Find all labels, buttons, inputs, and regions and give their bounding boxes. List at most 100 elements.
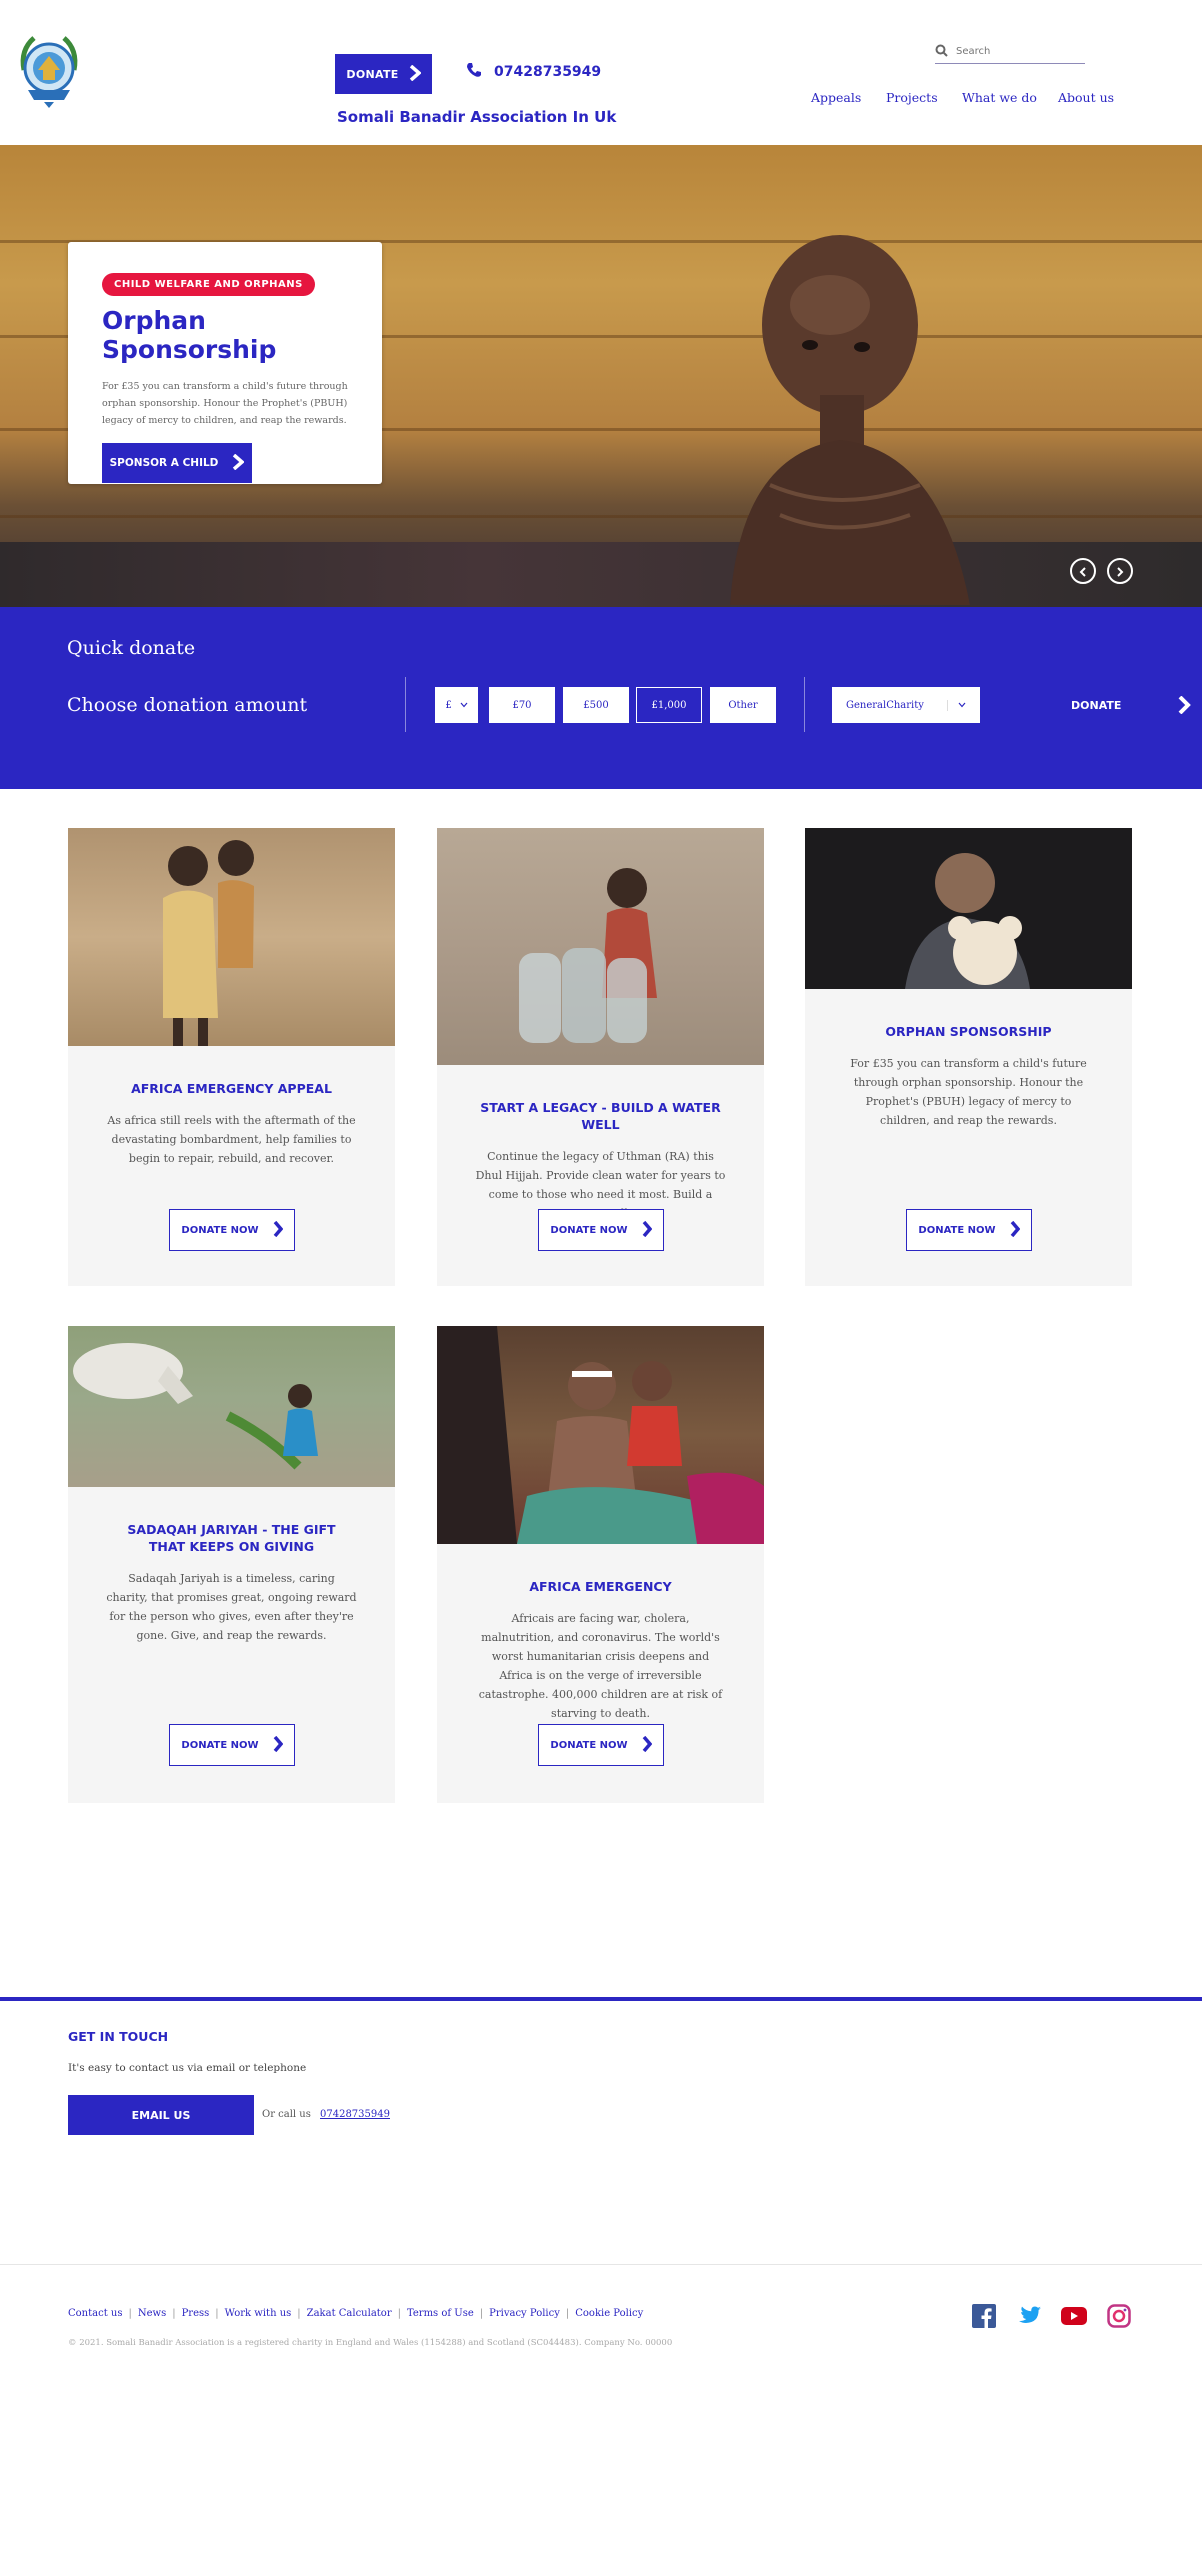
copyright-text: © 2021. Somali Banadir Association is a … bbox=[68, 2338, 673, 2348]
search-icon[interactable] bbox=[935, 42, 948, 61]
facebook-icon[interactable] bbox=[971, 2303, 997, 2329]
donate-now-button[interactable]: DONATE NOW bbox=[169, 1724, 295, 1766]
appeal-card-title: START A LEGACY - BUILD A WATER WELL bbox=[480, 1100, 721, 1132]
appeal-card-title: ORPHAN SPONSORSHIP bbox=[885, 1024, 1052, 1039]
appeal-card-image bbox=[437, 1326, 764, 1544]
appeal-card: START A LEGACY - BUILD A WATER WELL Cont… bbox=[437, 828, 764, 1286]
amount-option-70[interactable]: £70 bbox=[489, 687, 555, 723]
hero-banner: CHILD WELFARE AND ORPHANS Orphan Sponsor… bbox=[0, 145, 1202, 607]
donate-now-button[interactable]: DONATE NOW bbox=[169, 1209, 295, 1251]
header-donate-button[interactable]: DONATE bbox=[335, 54, 432, 94]
appeal-card: AFRICA EMERGENCY APPEAL As africa still … bbox=[68, 828, 395, 1286]
chevron-left-icon bbox=[1078, 562, 1088, 581]
appeal-card-text: Africais are facing war, cholera, malnut… bbox=[478, 1612, 723, 1720]
sponsor-child-button[interactable]: SPONSOR A CHILD bbox=[102, 443, 252, 483]
contact-phone-link[interactable]: 07428735949 bbox=[320, 2109, 390, 2120]
footer-link-news[interactable]: News bbox=[138, 2308, 166, 2319]
hero-next-arrow[interactable] bbox=[1107, 558, 1133, 584]
chevron-down-icon bbox=[460, 700, 468, 711]
sponsor-child-label: SPONSOR A CHILD bbox=[109, 457, 219, 469]
appeal-card: SADAQAH JARIYAH - THE GIFT THAT KEEPS ON… bbox=[68, 1326, 395, 1803]
footer-links: Contact us | News | Press | Work with us | Z… bbox=[68, 2308, 644, 2319]
donate-now-label: DONATE NOW bbox=[918, 1224, 996, 1236]
chevron-down-icon bbox=[947, 699, 966, 711]
quick-donate-label: DONATE bbox=[1071, 698, 1122, 712]
appeal-card-title: SADAQAH JARIYAH - THE GIFT THAT KEEPS ON… bbox=[127, 1522, 336, 1554]
header-phone-number: 07428735949 bbox=[494, 64, 602, 80]
currency-value: £ bbox=[445, 699, 452, 711]
chevron-right-icon bbox=[273, 1735, 283, 1755]
footer-link-cookie[interactable]: Cookie Policy bbox=[575, 2308, 643, 2319]
hero-description: For £35 you can transform a child's futu… bbox=[102, 381, 348, 426]
appeal-card-text: As africa still reels with the aftermath… bbox=[107, 1114, 356, 1165]
fund-value: GeneralCharity bbox=[846, 699, 924, 711]
donate-now-label: DONATE NOW bbox=[550, 1739, 628, 1751]
appeal-card-text: Sadaqah Jariyah is a timeless, caring ch… bbox=[106, 1572, 357, 1642]
youtube-icon[interactable] bbox=[1061, 2303, 1087, 2329]
header-donate-label: DONATE bbox=[346, 67, 399, 81]
donate-now-button[interactable]: DONATE NOW bbox=[538, 1724, 664, 1766]
or-call-label: Or call us bbox=[262, 2109, 311, 2120]
quick-donate-panel: Quick donate Choose donation amount £ £7… bbox=[0, 607, 1202, 789]
currency-select[interactable]: £ bbox=[435, 687, 478, 723]
search-input[interactable] bbox=[956, 46, 1076, 57]
donate-now-label: DONATE NOW bbox=[181, 1739, 259, 1751]
hero-card: CHILD WELFARE AND ORPHANS Orphan Sponsor… bbox=[68, 242, 382, 484]
nav-appeals[interactable]: Appeals bbox=[811, 90, 861, 105]
chevron-right-icon bbox=[642, 1735, 652, 1755]
appeal-card-title: AFRICA EMERGENCY bbox=[529, 1579, 672, 1594]
quick-donate-title: Quick donate bbox=[67, 637, 196, 659]
footer-link-press[interactable]: Press bbox=[182, 2308, 210, 2319]
email-us-button[interactable]: EMAIL US bbox=[68, 2095, 254, 2135]
quick-donate-button[interactable]: DONATE bbox=[1000, 680, 1202, 730]
hero-child-image bbox=[640, 185, 1100, 605]
search-bar[interactable] bbox=[935, 40, 1085, 64]
appeal-card-image bbox=[68, 1326, 395, 1487]
footer-link-terms[interactable]: Terms of Use bbox=[407, 2308, 474, 2319]
chevron-right-icon bbox=[1177, 695, 1191, 717]
divider bbox=[405, 677, 406, 732]
fund-select[interactable]: GeneralCharity bbox=[832, 687, 980, 723]
appeal-card-title: AFRICA EMERGENCY APPEAL bbox=[131, 1081, 332, 1096]
appeal-card-image bbox=[437, 828, 764, 1065]
twitter-icon[interactable] bbox=[1016, 2303, 1042, 2329]
nav-about-us[interactable]: About us bbox=[1058, 90, 1114, 105]
nav-projects[interactable]: Projects bbox=[886, 90, 938, 105]
instagram-icon[interactable] bbox=[1106, 2303, 1132, 2329]
footer-link-work-with-us[interactable]: Work with us bbox=[225, 2308, 292, 2319]
chevron-right-icon bbox=[232, 453, 246, 473]
chevron-right-icon bbox=[1115, 562, 1125, 581]
nav-what-we-do[interactable]: What we do bbox=[962, 90, 1037, 105]
appeal-card-image bbox=[805, 828, 1132, 989]
appeal-card: AFRICA EMERGENCY Africais are facing war… bbox=[437, 1326, 764, 1803]
section-divider bbox=[0, 1997, 1202, 2001]
chevron-right-icon bbox=[409, 64, 422, 84]
hero-prev-arrow[interactable] bbox=[1070, 558, 1096, 584]
chevron-right-icon bbox=[1010, 1220, 1020, 1240]
footer-link-zakat[interactable]: Zakat Calculator bbox=[307, 2308, 392, 2319]
donate-now-button[interactable]: DONATE NOW bbox=[906, 1209, 1032, 1251]
charity-logo[interactable] bbox=[16, 30, 82, 110]
get-in-touch-title: GET IN TOUCH bbox=[68, 2029, 169, 2044]
hero-title: Orphan Sponsorship bbox=[102, 306, 277, 364]
hero-category-tag: CHILD WELFARE AND ORPHANS bbox=[102, 273, 315, 296]
amount-option-1000[interactable]: £1,000 bbox=[636, 687, 702, 723]
donate-now-label: DONATE NOW bbox=[181, 1224, 259, 1236]
footer-link-privacy[interactable]: Privacy Policy bbox=[489, 2308, 560, 2319]
chevron-right-icon bbox=[642, 1220, 652, 1240]
get-in-touch-text: It's easy to contact us via email or tel… bbox=[68, 2062, 307, 2074]
amount-option-other[interactable]: Other bbox=[710, 687, 776, 723]
donate-now-label: DONATE NOW bbox=[550, 1224, 628, 1236]
site-header: DONATE 07428735949 Somali Banadir Associ… bbox=[0, 0, 1202, 145]
header-phone[interactable]: 07428735949 bbox=[466, 62, 601, 82]
appeal-card: ORPHAN SPONSORSHIP For £35 you can trans… bbox=[805, 828, 1132, 1286]
amount-option-500[interactable]: £500 bbox=[563, 687, 629, 723]
choose-amount-label: Choose donation amount bbox=[67, 694, 308, 716]
organisation-name: Somali Banadir Association In Uk bbox=[337, 108, 617, 126]
footer-link-contact[interactable]: Contact us bbox=[68, 2308, 122, 2319]
divider bbox=[804, 677, 805, 732]
appeal-card-image bbox=[68, 828, 395, 1046]
phone-icon bbox=[466, 62, 482, 82]
donate-now-button[interactable]: DONATE NOW bbox=[538, 1209, 664, 1251]
footer-divider bbox=[0, 2264, 1202, 2265]
